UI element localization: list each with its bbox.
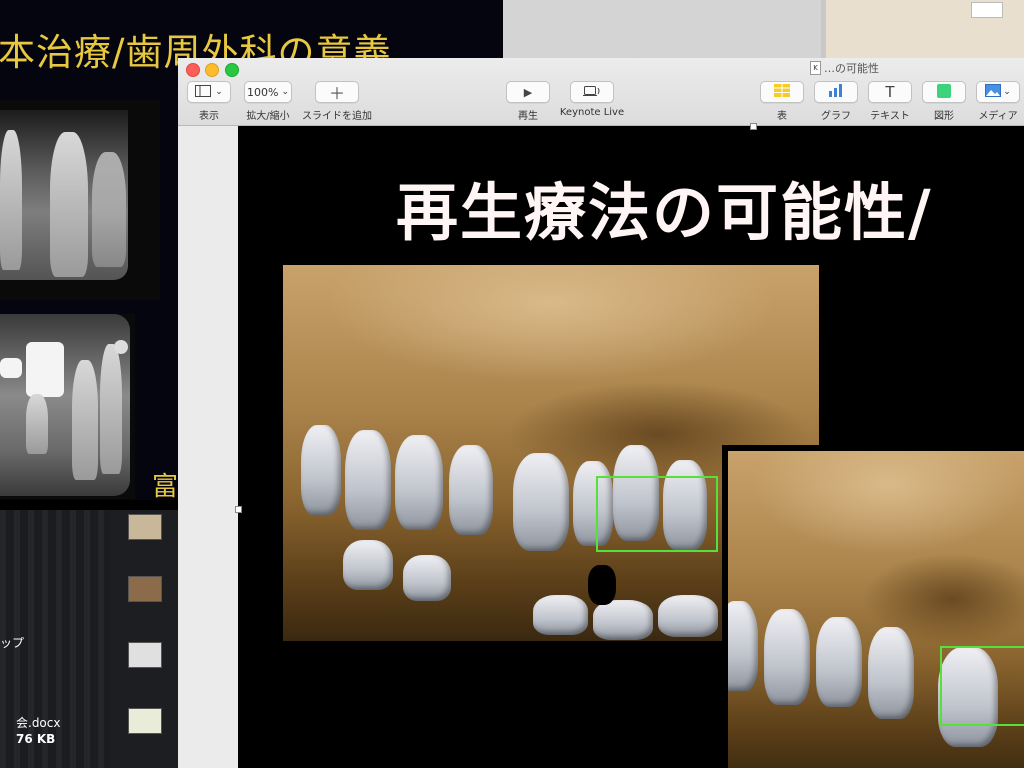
sidebar-view-icon [195,84,212,100]
ct-scan-image-2[interactable] [722,445,1024,768]
close-window-button[interactable] [186,63,200,77]
plus-icon: ＋ [328,84,345,103]
add-slide-label: スライドを追加 [302,111,372,122]
window-titlebar: K …の可能性 ⌄ 表示 100% ⌄ 拡大/縮小 ＋ スライドを追加 ▶ 再生 [178,58,1024,126]
keynote-live-icon [582,85,602,100]
highlight-box [596,476,718,552]
document-title[interactable]: …の可能性 [824,60,879,76]
text-label: テキスト [870,111,910,122]
play-icon: ▶ [523,85,533,99]
view-label: 表示 [199,111,219,122]
zoom-value: 100% [247,85,279,99]
zoom-label: 拡大/縮小 [246,111,290,122]
keynote-live-label: Keynote Live [559,107,625,118]
canvas-margin [178,126,238,768]
table-icon [774,84,790,100]
slide-canvas[interactable]: 再生療法の可能性/ [238,126,1024,768]
shape-label: 図形 [934,111,954,122]
play-label: 再生 [518,111,538,122]
chart-icon [828,84,844,100]
file-thumbnail[interactable] [128,514,162,540]
media-button[interactable]: ⌄ [976,81,1020,103]
background-document-thumbnail [826,0,1024,58]
chart-button[interactable] [814,81,858,103]
keynote-window: K …の可能性 ⌄ 表示 100% ⌄ 拡大/縮小 ＋ スライドを追加 ▶ 再生 [178,58,1024,768]
chevron-down-icon: ⌄ [215,87,223,97]
chevron-down-icon: ⌄ [1003,87,1011,97]
table-label: 表 [777,111,787,122]
file-name[interactable]: 会.docx [16,714,60,731]
table-button[interactable] [760,81,804,103]
docx-thumbnail[interactable] [128,708,162,734]
text-button[interactable]: T [868,81,912,103]
xray-image-2 [0,314,135,499]
slide-title[interactable]: 再生療法の可能性/ [396,162,933,252]
file-label[interactable]: ップ [0,634,24,651]
shape-icon [937,83,951,101]
media-icon [985,84,1002,100]
play-button[interactable]: ▶ [506,81,550,103]
view-button[interactable]: ⌄ [187,81,231,103]
highlight-box [940,646,1024,726]
selection-handle[interactable] [235,506,242,513]
zoom-window-button[interactable] [225,63,239,77]
text-icon: T [885,83,895,101]
finder-panel: ップ 会.docx 76 KB [0,510,180,768]
chart-label: グラフ [821,111,851,122]
file-thumbnail[interactable] [128,642,162,668]
media-label: メディア [978,111,1018,122]
file-size: 76 KB [16,732,56,746]
chevron-down-icon: ⌄ [281,87,289,97]
minimize-window-button[interactable] [205,63,219,77]
file-thumbnail[interactable] [128,576,162,602]
add-slide-button[interactable]: ＋ [315,81,359,103]
shape-button[interactable] [922,81,966,103]
xray-image-1 [0,100,160,300]
keynote-document-icon: K [810,61,821,75]
selection-handle[interactable] [750,123,757,130]
background-slide-partial-text: 富 [152,472,179,500]
zoom-select[interactable]: 100% ⌄ [244,81,292,103]
keynote-live-button[interactable] [570,81,614,103]
